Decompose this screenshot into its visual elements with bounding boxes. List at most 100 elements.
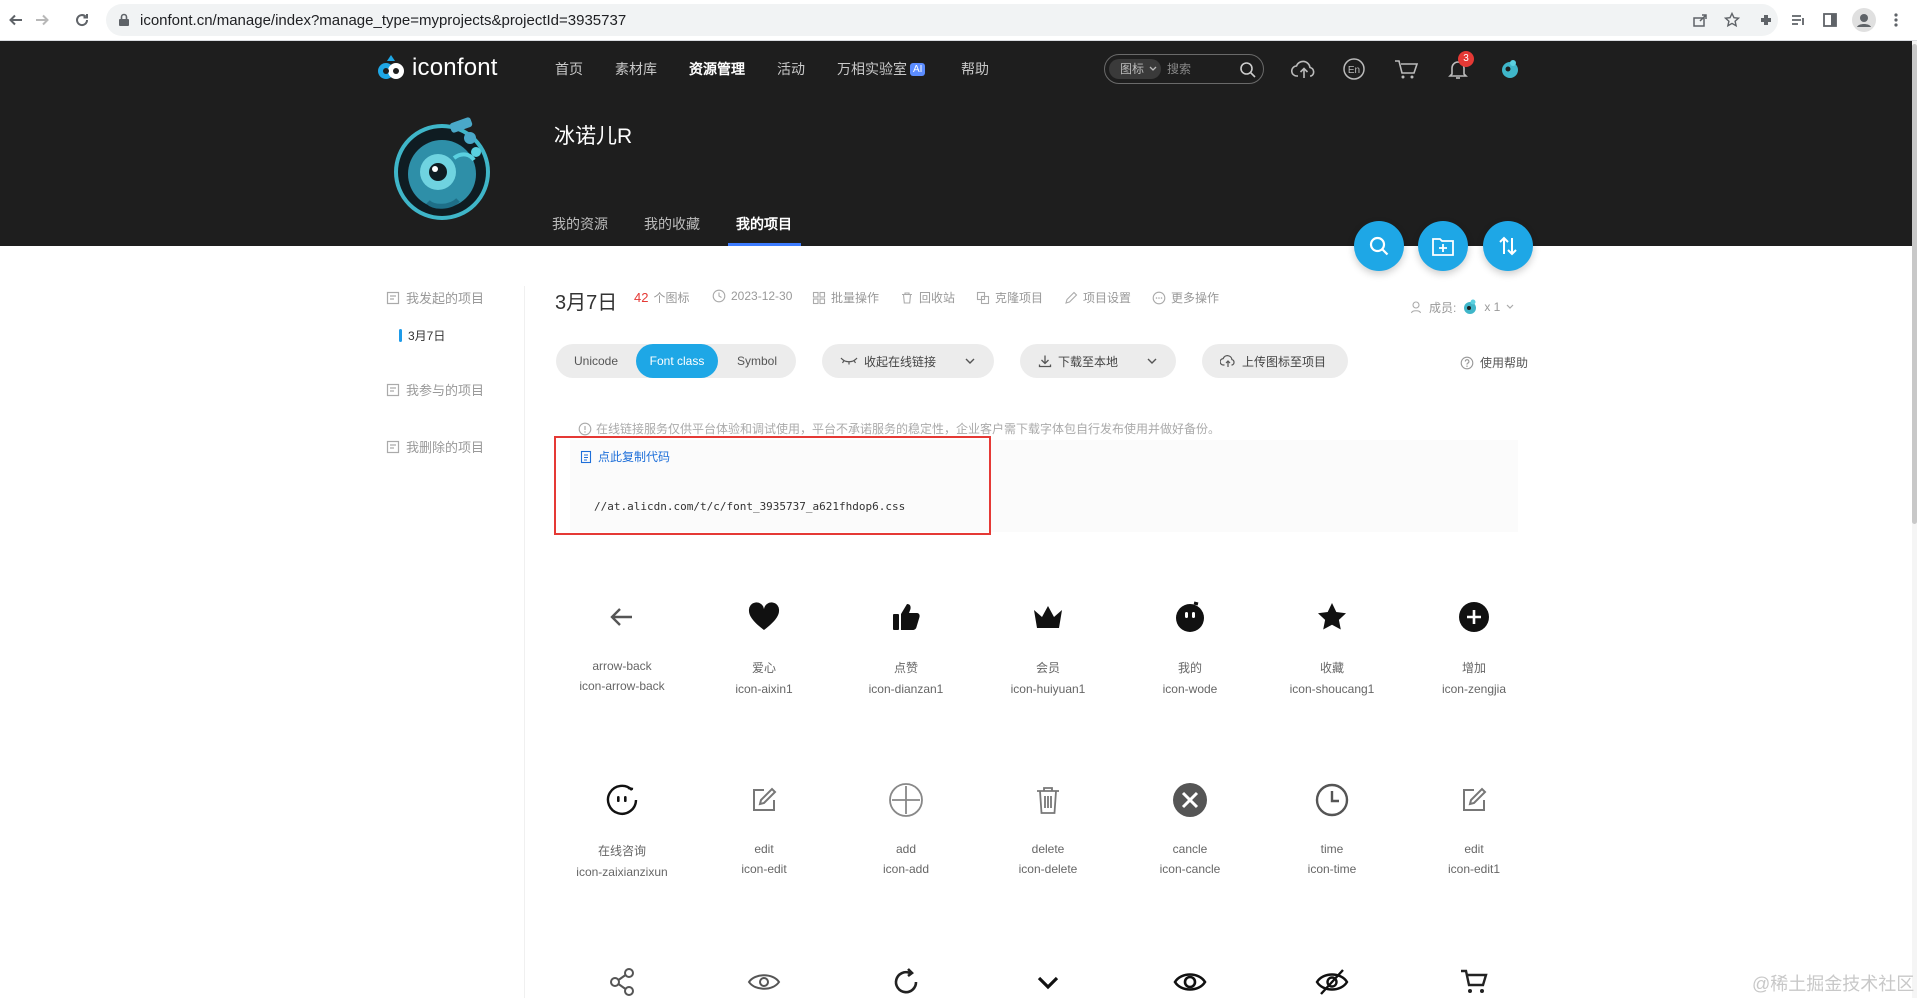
members-count: x 1	[1484, 300, 1501, 314]
scrollbar-thumb[interactable]	[1912, 44, 1917, 524]
icon-card-aixin1[interactable]: 爱心 icon-aixin1	[693, 599, 835, 696]
brand-logo[interactable]: iconfont	[376, 53, 498, 83]
extensions-icon[interactable]	[1758, 12, 1774, 28]
address-bar[interactable]: iconfont.cn/manage/index?manage_type=myp…	[106, 4, 1778, 36]
bookmark-star-icon[interactable]	[1724, 12, 1740, 28]
usage-help-link[interactable]: 使用帮助	[1460, 354, 1528, 371]
nav-home[interactable]: 首页	[555, 59, 583, 79]
icon-card-time[interactable]: time icon-time	[1261, 782, 1403, 876]
cloud-upload-icon	[1291, 60, 1315, 78]
icon-class: icon-time	[1307, 862, 1357, 876]
share-page-icon[interactable]	[1692, 12, 1708, 28]
refresh-icon	[888, 964, 924, 1000]
nav-activities[interactable]: 活动	[777, 59, 805, 79]
tab-unicode[interactable]: Unicode	[556, 344, 636, 378]
more-actions-button[interactable]: 更多操作	[1152, 289, 1219, 306]
arrow-left-icon	[9, 14, 22, 26]
more-vertical-icon[interactable]	[1888, 12, 1904, 28]
nav-help[interactable]: 帮助	[961, 59, 989, 79]
icon-card-zaixianzixun[interactable]: 在线咨询 icon-zaixianzixun	[551, 782, 693, 879]
batch-operation-label: 批量操作	[831, 291, 880, 305]
icon-name: 爱心	[751, 661, 776, 675]
nav-library[interactable]: 素材库	[615, 59, 657, 79]
cancel-circle-icon	[1172, 782, 1208, 818]
search-icon[interactable]	[1239, 61, 1257, 79]
cart-button[interactable]	[1392, 55, 1420, 83]
batch-operation-button[interactable]: 批量操作	[812, 289, 879, 306]
sidebar-item-label: 我删除的项目	[406, 440, 485, 455]
lock-icon	[119, 13, 129, 26]
download-local-button[interactable]: 下载至本地	[1020, 344, 1176, 378]
fab-sort-button[interactable]	[1483, 221, 1533, 271]
icon-card-zengjia[interactable]: 增加 icon-zengjia	[1403, 599, 1545, 696]
icon-card-cart[interactable]	[1403, 964, 1545, 1000]
forward-button[interactable]	[30, 8, 54, 32]
language-button[interactable]: En	[1340, 55, 1368, 83]
more-actions-label: 更多操作	[1171, 291, 1220, 305]
icon-card-wode[interactable]: 我的 icon-wode	[1119, 599, 1261, 696]
sidebar-project-3-7[interactable]: 3月7日	[408, 327, 445, 344]
icon-card-edit1[interactable]: edit icon-edit1	[1403, 782, 1545, 876]
project-settings-button[interactable]: 项目设置	[1064, 289, 1131, 306]
reload-button[interactable]	[70, 8, 94, 32]
sidebar-item-deleted-projects[interactable]: 我删除的项目	[386, 437, 484, 456]
format-switcher: Unicode Font class Symbol	[556, 344, 796, 378]
icon-card-dianzan1[interactable]: 点赞 icon-dianzan1	[835, 599, 977, 696]
icon-card-share[interactable]	[551, 964, 693, 1000]
project-list-icon	[386, 440, 400, 453]
icon-card-eye-bold[interactable]	[1119, 964, 1261, 1000]
chevron-down-icon	[1149, 66, 1157, 71]
fab-search-button[interactable]	[1354, 221, 1404, 271]
project-title: 3月7日	[555, 292, 618, 314]
icon-card-edit[interactable]: edit icon-edit	[693, 782, 835, 876]
tab-symbol[interactable]: Symbol	[718, 344, 796, 378]
upload-button[interactable]	[1290, 55, 1318, 83]
icon-card-huiyuan1[interactable]: 会员 icon-huiyuan1	[977, 599, 1119, 696]
icon-name: time	[1320, 842, 1344, 856]
back-button[interactable]	[4, 8, 28, 32]
icon-card-arrow-back[interactable]: arrow-back icon-arrow-back	[551, 599, 693, 693]
profile-avatar[interactable]	[1852, 8, 1876, 32]
eye-icon	[746, 964, 782, 1000]
language-en-icon: En	[1343, 58, 1365, 80]
icon-card-shoucang1[interactable]: 收藏 icon-shoucang1	[1261, 599, 1403, 696]
icon-card-eye[interactable]	[693, 964, 835, 1000]
avatar-icon	[1502, 60, 1518, 78]
side-panel-icon[interactable]	[1822, 12, 1838, 28]
icon-name: edit	[754, 842, 774, 856]
search-type-select[interactable]: 图标	[1109, 59, 1161, 79]
icon-name: 会员	[1035, 661, 1060, 675]
brand-name: iconfont	[412, 54, 498, 81]
icon-card-delete[interactable]: delete icon-delete	[977, 782, 1119, 876]
tab-my-favorites[interactable]: 我的收藏	[644, 214, 700, 234]
notice-text: 在线链接服务仅供平台体验和调试使用，平台不承诺服务的稳定性，企业客户需下载字体包…	[596, 422, 1221, 436]
nav-lab[interactable]: 万相实验室 AI	[837, 59, 926, 79]
sidebar-item-joined-projects[interactable]: 我参与的项目	[386, 380, 484, 399]
icon-card-add[interactable]: add icon-add	[835, 782, 977, 876]
icon-card-cancle[interactable]: cancle icon-cancle	[1119, 782, 1261, 876]
tab-my-resources[interactable]: 我的资源	[552, 214, 608, 234]
members-dropdown[interactable]: 成员: x 1	[1410, 298, 1515, 316]
search-input[interactable]	[1167, 55, 1237, 83]
icon-card-eye-off[interactable]	[1261, 964, 1403, 1000]
icon-card-chevron-down[interactable]	[977, 964, 1119, 1000]
upload-icon-to-project-button[interactable]: 上传图标至项目	[1202, 344, 1348, 378]
icon-name: 收藏	[1319, 661, 1344, 675]
nav-lab-label: 万相实验室	[837, 61, 907, 77]
fab-new-project-button[interactable]	[1418, 221, 1468, 271]
sidebar-item-initiated-projects[interactable]: 我发起的项目	[386, 288, 484, 307]
collapse-online-link-button[interactable]: 收起在线链接	[822, 344, 994, 378]
browser-toolbar: iconfont.cn/manage/index?manage_type=myp…	[0, 0, 1917, 41]
recycle-bin-button[interactable]: 回收站	[900, 289, 955, 306]
icon-card-refresh[interactable]	[835, 964, 977, 1000]
profile-avatar-large	[392, 102, 492, 222]
user-avatar-small[interactable]	[1496, 55, 1524, 83]
icon-class: icon-wode	[1162, 682, 1218, 696]
tab-my-projects[interactable]: 我的项目	[736, 214, 792, 234]
notification-button[interactable]: 3	[1444, 51, 1474, 83]
media-list-icon[interactable]	[1790, 12, 1806, 28]
cart-icon	[1456, 964, 1492, 1000]
tab-font-class[interactable]: Font class	[636, 344, 718, 378]
clone-project-button[interactable]: 克隆项目	[976, 289, 1043, 306]
nav-resource-management[interactable]: 资源管理	[689, 59, 745, 79]
